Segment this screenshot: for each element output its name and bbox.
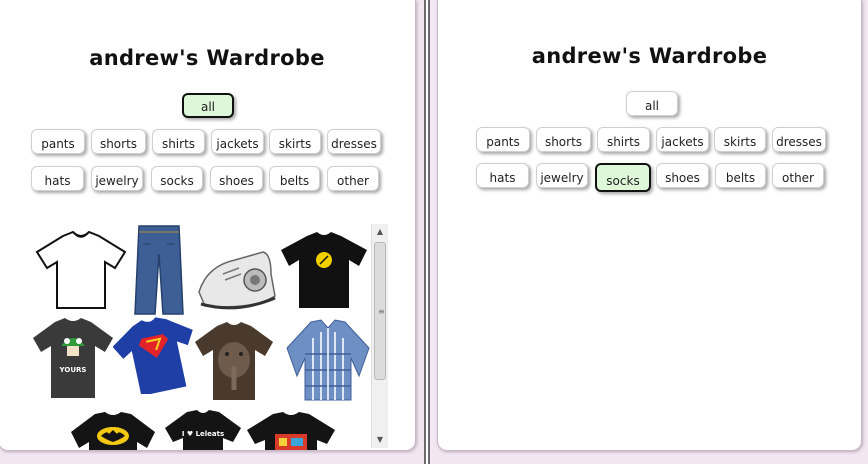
clothing-item-plaid-shirt[interactable]	[285, 318, 371, 402]
clothing-item-white-tshirt[interactable]	[33, 230, 129, 310]
category-button-skirts[interactable]: skirts	[269, 129, 321, 154]
category-button-jackets[interactable]: jackets	[656, 127, 709, 152]
clothing-item-elephant-tshirt[interactable]	[193, 320, 275, 402]
clothing-item-batman-tshirt[interactable]	[69, 410, 157, 450]
category-button-dresses[interactable]: dresses	[327, 129, 381, 154]
scroll-up-arrow-icon[interactable]: ▲	[372, 224, 388, 240]
shirt-print-text: I ♥ Leleats	[182, 430, 224, 438]
category-button-hats[interactable]: hats	[476, 163, 529, 188]
category-button-jewelry[interactable]: jewelry	[536, 163, 588, 188]
category-button-jackets[interactable]: jackets	[211, 129, 264, 154]
category-button-pants[interactable]: pants	[31, 129, 85, 154]
clothing-item-print-tshirt[interactable]	[245, 410, 337, 450]
category-button-skirts[interactable]: skirts	[714, 127, 766, 152]
page-title: andrew's Wardrobe	[531, 44, 768, 68]
category-button-all[interactable]: all	[626, 91, 678, 116]
shirt-print-text: YOURS	[59, 366, 87, 374]
clothing-item-blue-jeans[interactable]	[133, 224, 185, 316]
category-button-hats[interactable]: hats	[31, 166, 84, 191]
scroll-down-arrow-icon[interactable]: ▼	[372, 432, 388, 448]
window-divider	[424, 0, 430, 464]
category-button-all[interactable]: all	[182, 93, 234, 118]
scrollbar-thumb[interactable]: ≡	[374, 242, 386, 380]
category-button-shorts[interactable]: shorts	[536, 127, 591, 152]
category-button-jewelry[interactable]: jewelry	[91, 166, 143, 191]
category-button-shorts[interactable]: shorts	[91, 129, 146, 154]
category-button-belts[interactable]: belts	[715, 163, 766, 188]
category-button-other[interactable]: other	[772, 163, 824, 188]
category-button-pants[interactable]: pants	[476, 127, 530, 152]
clothing-item-mushroom-tshirt[interactable]: YOURS	[31, 316, 115, 400]
gallery-scrollbar[interactable]: ▲ ≡ ▼	[371, 224, 388, 448]
grip-icon: ≡	[378, 307, 385, 316]
category-button-shoes[interactable]: shoes	[656, 163, 709, 188]
page-title: andrew's Wardrobe	[89, 46, 325, 70]
wardrobe-panel-left: andrew's Wardrobe all pants shorts shirt…	[0, 0, 416, 451]
category-button-socks[interactable]: socks	[595, 163, 651, 192]
category-button-shoes[interactable]: shoes	[210, 166, 263, 191]
clothing-item-sneaker[interactable]	[193, 246, 279, 316]
clothing-item-black-tshirt[interactable]	[279, 230, 369, 310]
category-button-belts[interactable]: belts	[269, 166, 320, 191]
clothing-item-leleats-tshirt[interactable]: I ♥ Leleats	[163, 408, 243, 450]
category-button-other[interactable]: other	[327, 166, 379, 191]
category-button-dresses[interactable]: dresses	[772, 127, 826, 152]
wardrobe-panel-right: andrew's Wardrobe all pants shorts shirt…	[437, 0, 862, 451]
category-button-shirts[interactable]: shirts	[152, 129, 205, 154]
category-button-socks[interactable]: socks	[151, 166, 203, 191]
clothing-item-superman-tshirt[interactable]	[113, 314, 199, 394]
clothing-gallery: YOURS I ♥ Leleats	[27, 224, 388, 450]
category-button-shirts[interactable]: shirts	[597, 127, 650, 152]
